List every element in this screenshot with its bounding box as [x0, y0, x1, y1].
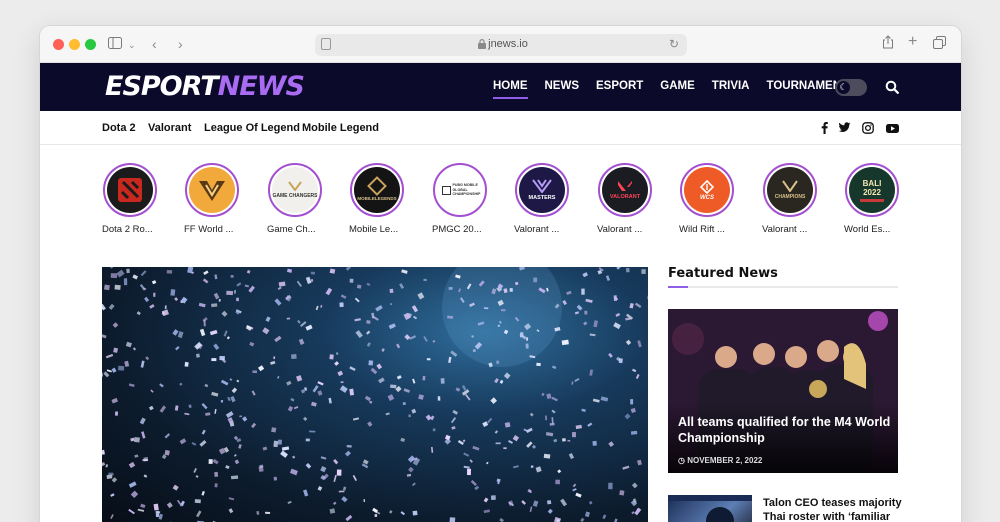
story-label: Valorant ... — [762, 224, 808, 235]
hero-image[interactable] — [102, 267, 648, 522]
category-link[interactable]: Dota 2 — [102, 122, 136, 134]
story-label: Game Ch... — [267, 224, 316, 235]
instagram-icon[interactable] — [862, 121, 875, 134]
address-bar[interactable]: jnews.io ↻ — [315, 34, 687, 56]
story-item[interactable]: MOBILELEGENDS Mobile Le... — [349, 163, 411, 235]
story-label: Dota 2 Ro... — [102, 224, 153, 235]
twitter-icon[interactable] — [838, 121, 851, 134]
game-changers-logo: GAME CHANGERS — [272, 167, 318, 213]
featured-date: ◷ NOVEMBER 2, 2022 — [678, 456, 762, 465]
article-headline[interactable]: Talon CEO teases majority Thai roster wi… — [763, 496, 903, 522]
forward-icon[interactable]: › — [178, 35, 183, 53]
dota2-logo — [107, 167, 153, 213]
category-bar: Dota 2 Valorant League Of Legend Mobile … — [40, 111, 961, 145]
wild-rift-logo: WCS — [684, 167, 730, 213]
story-label: Mobile Le... — [349, 224, 399, 235]
back-icon[interactable]: ‹ — [152, 35, 157, 53]
featured-article-card[interactable]: All teams qualified for the M4 World Cha… — [668, 309, 898, 473]
nav-esport[interactable]: ESPORT — [596, 80, 643, 92]
story-item[interactable]: BALI 2022 World Es... — [844, 163, 906, 235]
site-header: ESPORTNEWS HOME NEWS ESPORT GAME TRIVIA … — [40, 63, 961, 111]
zoom-window-button[interactable] — [85, 39, 96, 50]
article-thumbnail[interactable] — [668, 495, 752, 522]
valorant-champions-logo: CHAMPIONS — [767, 167, 813, 213]
pmgc-logo: PUBG MOBILE GLOBAL CHAMPIONSHIP — [437, 167, 483, 213]
browser-window: ⌄ ‹ › jnews.io ↻ + ESPORTNEWS HOME NEWS … — [40, 26, 961, 522]
story-item[interactable]: GAME CHANGERS Game Ch... — [267, 163, 329, 235]
site-logo[interactable]: ESPORTNEWS — [105, 71, 305, 102]
browser-toolbar: ⌄ ‹ › jnews.io ↻ + — [40, 26, 961, 63]
valorant-logo: VALORANT — [602, 167, 648, 213]
nav-news[interactable]: NEWS — [545, 80, 580, 92]
featured-section-title: Featured News — [668, 266, 778, 281]
valorant-masters-logo: MASTERS — [519, 167, 565, 213]
story-item[interactable]: WCS Wild Rift ... — [679, 163, 741, 235]
ff-world-logo — [189, 167, 235, 213]
category-link[interactable]: Valorant — [148, 122, 191, 134]
facebook-icon[interactable] — [818, 121, 831, 134]
story-item[interactable]: VALORANT Valorant ... — [597, 163, 659, 235]
section-divider — [668, 286, 898, 288]
story-label: FF World ... — [184, 224, 234, 235]
new-tab-icon[interactable]: + — [908, 33, 917, 51]
story-item[interactable]: PUBG MOBILE GLOBAL CHAMPIONSHIP PMGC 20.… — [432, 163, 494, 235]
story-item[interactable]: Dota 2 Ro... — [102, 163, 164, 235]
story-label: Wild Rift ... — [679, 224, 725, 235]
logo-text-esport: ESPORT — [105, 71, 219, 102]
story-list: Dota 2 Ro... FF World ... GAME CHANGERS … — [102, 163, 912, 243]
reload-icon[interactable]: ↻ — [669, 37, 679, 51]
close-window-button[interactable] — [53, 39, 64, 50]
youtube-icon[interactable] — [886, 121, 899, 134]
search-icon[interactable] — [885, 80, 899, 94]
logo-text-news: NEWS — [217, 71, 305, 102]
world-esports-logo: BALI 2022 — [849, 167, 895, 213]
date-text: NOVEMBER 2, 2022 — [687, 456, 763, 465]
story-label: Valorant ... — [514, 224, 560, 235]
minimize-window-button[interactable] — [69, 39, 80, 50]
clock-icon: ◷ — [678, 456, 688, 465]
mobile-legends-logo: MOBILELEGENDS — [354, 167, 400, 213]
dark-mode-toggle[interactable]: ☾ — [835, 79, 867, 96]
chevron-down-icon[interactable]: ⌄ — [128, 36, 136, 54]
main-nav: HOME NEWS ESPORT GAME TRIVIA TOURNAMENT — [493, 80, 865, 99]
story-item[interactable]: MASTERS Valorant ... — [514, 163, 576, 235]
tab-overview-icon[interactable] — [933, 35, 946, 53]
story-item[interactable]: FF World ... — [184, 163, 246, 235]
category-link[interactable]: League Of Legend — [204, 122, 300, 134]
share-icon[interactable] — [882, 35, 894, 53]
sidebar-toggle-icon[interactable] — [108, 35, 122, 53]
story-label: PMGC 20... — [432, 224, 482, 235]
confetti-image — [102, 267, 648, 522]
moon-icon: ☾ — [837, 81, 850, 94]
story-label: World Es... — [844, 224, 891, 235]
story-label: Valorant ... — [597, 224, 643, 235]
nav-trivia[interactable]: TRIVIA — [712, 80, 750, 92]
featured-headline[interactable]: All teams qualified for the M4 World Cha… — [678, 414, 893, 446]
category-link[interactable]: Mobile Legend — [302, 122, 379, 134]
url-text: jnews.io — [488, 38, 528, 50]
nav-game[interactable]: GAME — [660, 80, 695, 92]
nav-home[interactable]: HOME — [493, 80, 528, 99]
story-item[interactable]: CHAMPIONS Valorant ... — [762, 163, 824, 235]
